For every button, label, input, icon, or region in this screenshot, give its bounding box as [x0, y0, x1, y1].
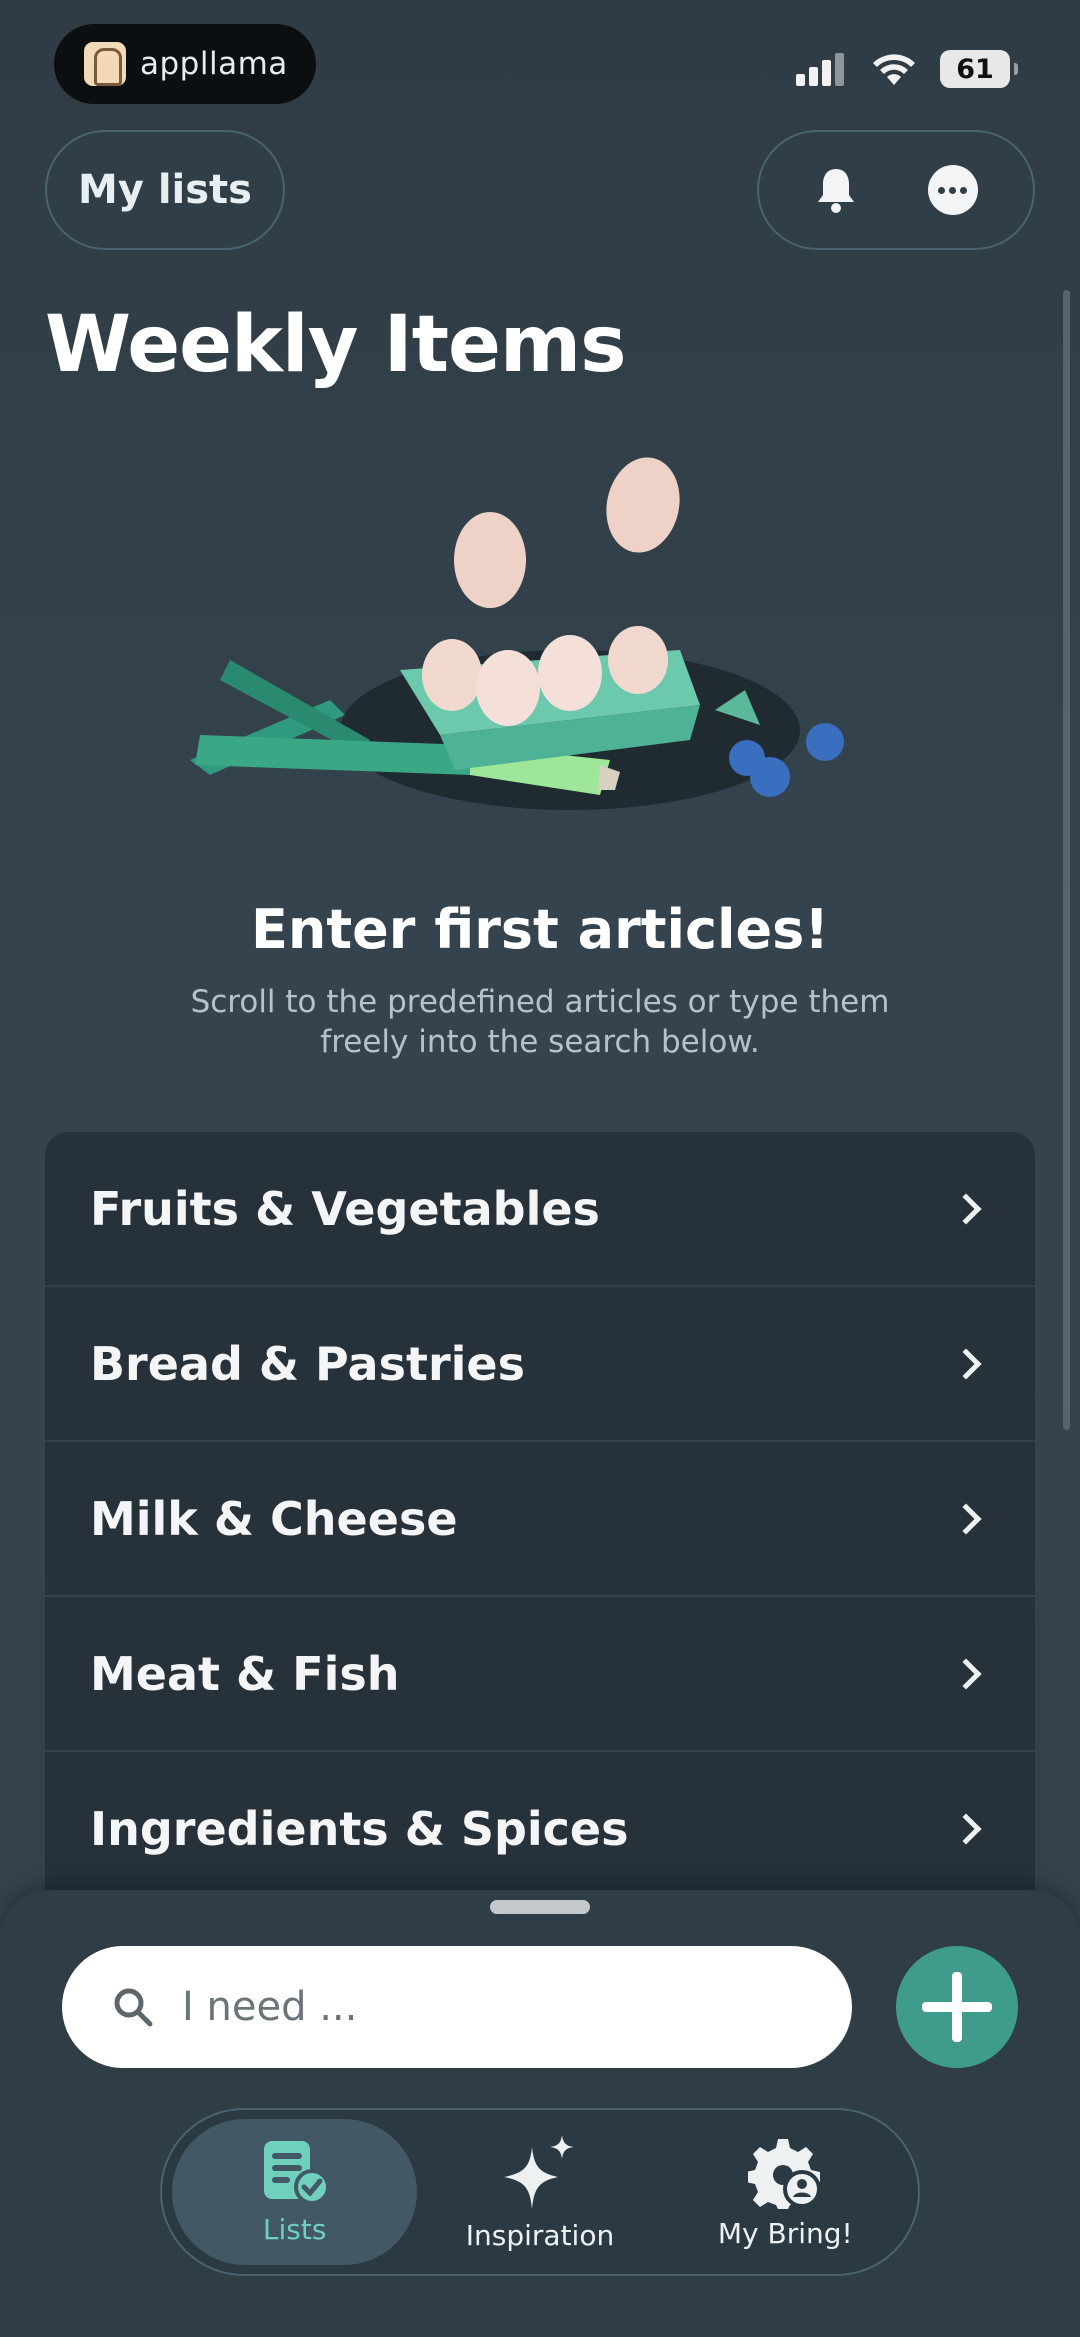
sheet-grabber[interactable]	[490, 1900, 590, 1914]
app-name: appllama	[140, 46, 288, 82]
sparkle-icon	[503, 2134, 574, 2209]
scrollbar[interactable]	[1063, 290, 1070, 1430]
tab-label: My Bring!	[717, 2216, 853, 2250]
category-label: Meat & Fish	[90, 1646, 400, 1701]
tab-bar: Lists Inspiration My Bring!	[160, 2108, 920, 2276]
chevron-right-icon	[950, 1657, 982, 1690]
chevron-right-icon	[950, 1192, 982, 1225]
empty-state-subtitle: Scroll to the predefined articles or typ…	[190, 984, 890, 1060]
tab-label: Lists	[262, 2212, 327, 2246]
battery-indicator: 61	[940, 50, 1018, 88]
add-button[interactable]	[896, 1946, 1018, 2068]
tab-label: Inspiration	[465, 2218, 615, 2252]
category-label: Ingredients & Spices	[90, 1801, 629, 1856]
bottom-sheet: Lists Inspiration My Bring!	[0, 1890, 1080, 2337]
search-input[interactable]	[182, 1984, 742, 2030]
llama-logo-icon	[84, 42, 126, 86]
wifi-icon	[873, 54, 915, 85]
tab-my-bring[interactable]: My Bring!	[663, 2119, 908, 2265]
category-row-ingredients-spices[interactable]: Ingredients & Spices	[45, 1752, 1035, 1907]
category-row-meat-fish[interactable]: Meat & Fish	[45, 1597, 1035, 1752]
header-actions	[757, 130, 1035, 250]
page-title: Weekly Items	[45, 300, 627, 390]
page: appllama 61 My lists Weekly Items Enter …	[0, 0, 1080, 2337]
empty-state-heading: Enter first articles!	[251, 898, 829, 961]
status-icons: 61	[794, 50, 1018, 88]
bell-icon[interactable]	[815, 166, 857, 214]
category-row-bread-pastries[interactable]: Bread & Pastries	[45, 1287, 1035, 1442]
chevron-right-icon	[950, 1347, 982, 1380]
category-row-fruits-vegetables[interactable]: Fruits & Vegetables	[45, 1132, 1035, 1287]
gear-user-icon	[748, 2138, 822, 2209]
list-check-icon	[263, 2140, 330, 2205]
search-icon	[114, 1988, 153, 2027]
tab-lists[interactable]: Lists	[172, 2119, 418, 2265]
category-label: Fruits & Vegetables	[90, 1181, 600, 1236]
groceries-illustration	[190, 457, 844, 810]
tab-inspiration[interactable]: Inspiration	[417, 2119, 662, 2265]
category-label: Bread & Pastries	[90, 1336, 525, 1391]
category-list: Fruits & Vegetables Bread & Pastries Mil…	[45, 1132, 1035, 1907]
search-bar[interactable]	[62, 1946, 852, 2068]
chevron-right-icon	[950, 1812, 982, 1845]
category-row-milk-cheese[interactable]: Milk & Cheese	[45, 1442, 1035, 1597]
chevron-right-icon	[950, 1502, 982, 1535]
category-label: Milk & Cheese	[90, 1491, 458, 1546]
app-badge[interactable]: appllama	[54, 24, 316, 104]
signal-icon	[796, 53, 844, 86]
eggs-icon	[422, 457, 680, 726]
more-options-icon[interactable]	[927, 165, 978, 215]
my-lists-button[interactable]: My lists	[45, 130, 285, 250]
